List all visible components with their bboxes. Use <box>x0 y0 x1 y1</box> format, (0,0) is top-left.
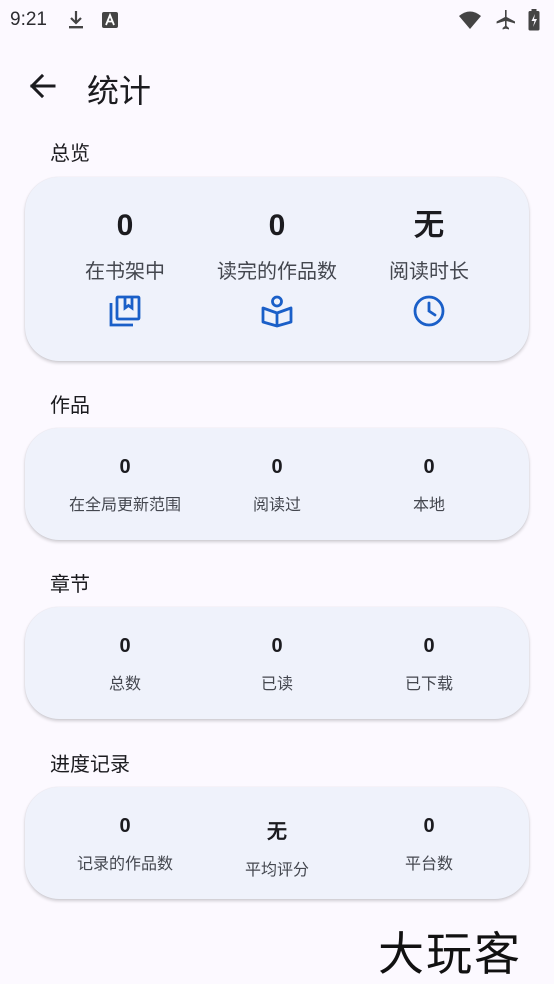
stat-label: 已读 <box>260 674 293 693</box>
stat-label: 本地 <box>412 495 445 514</box>
overview-stat-reading-time: 无 阅读时长 <box>353 177 505 328</box>
overview-stat-completed: 0 读完的作品数 <box>201 177 353 328</box>
stat-label: 阅读时长 <box>389 259 469 283</box>
stat-value: 0 <box>423 815 435 837</box>
stat-label: 已下载 <box>404 674 453 693</box>
stat-value: 0 <box>116 209 134 242</box>
chapters-section-title: 章节 <box>50 572 90 596</box>
stat-value: 0 <box>268 209 286 242</box>
arrow-back-icon <box>28 72 56 104</box>
stat-value: 无 <box>267 821 287 843</box>
works-section-title: 作品 <box>50 393 90 417</box>
stat-value: 0 <box>271 456 283 478</box>
stat-value: 0 <box>119 635 131 657</box>
clock-icon <box>353 294 505 328</box>
back-button[interactable] <box>22 68 62 108</box>
stat-label: 总数 <box>108 674 141 693</box>
stat-value: 0 <box>423 456 435 478</box>
works-card: 0 在全局更新范围 0 阅读过 0 本地 <box>25 428 529 540</box>
stat-label: 读完的作品数 <box>217 259 337 283</box>
stat-label: 平台数 <box>404 854 453 873</box>
chapters-stat-read: 0 已读 <box>201 607 353 694</box>
stat-value: 无 <box>414 209 444 242</box>
battery-icon <box>528 9 540 31</box>
works-stat-local: 0 本地 <box>353 428 505 515</box>
stat-label: 记录的作品数 <box>76 854 173 873</box>
tracking-card: 0 记录的作品数 无 平均评分 0 平台数 <box>25 787 529 899</box>
book-read-icon <box>201 294 353 328</box>
overview-stat-library: 0 在书架中 <box>49 177 201 328</box>
stat-value: 0 <box>271 635 283 657</box>
works-stat-read: 0 阅读过 <box>201 428 353 515</box>
text-input-icon <box>101 11 119 29</box>
chapters-stat-downloaded: 0 已下载 <box>353 607 505 694</box>
status-bar: 9:21 <box>0 0 554 40</box>
stat-value: 0 <box>119 456 131 478</box>
app-bar: 统计 <box>0 56 554 120</box>
wifi-icon <box>458 10 482 30</box>
tracking-stat-mean-score: 无 平均评分 <box>201 787 353 880</box>
airplane-icon <box>494 9 516 31</box>
stat-value: 0 <box>423 635 435 657</box>
stat-label: 阅读过 <box>252 495 301 514</box>
stat-label: 平均评分 <box>244 860 309 879</box>
overview-section-title: 总览 <box>50 141 90 165</box>
works-stat-global-update: 0 在全局更新范围 <box>49 428 201 515</box>
stat-value: 0 <box>119 815 131 837</box>
status-time: 9:21 <box>10 9 47 30</box>
overview-card: 0 在书架中 0 读完的作品数 无 阅读时长 <box>25 177 529 361</box>
stat-label: 在全局更新范围 <box>68 495 181 514</box>
tracking-stat-tracked-works: 0 记录的作品数 <box>49 787 201 874</box>
download-icon <box>67 10 85 30</box>
page-title: 统计 <box>87 72 152 110</box>
stat-label: 在书架中 <box>85 259 165 283</box>
library-icon <box>49 294 201 328</box>
tracking-section-title: 进度记录 <box>50 752 130 776</box>
watermark: 大玩客 <box>378 927 522 981</box>
tracking-stat-trackers: 0 平台数 <box>353 787 505 874</box>
chapters-stat-total: 0 总数 <box>49 607 201 694</box>
chapters-card: 0 总数 0 已读 0 已下载 <box>25 607 529 719</box>
